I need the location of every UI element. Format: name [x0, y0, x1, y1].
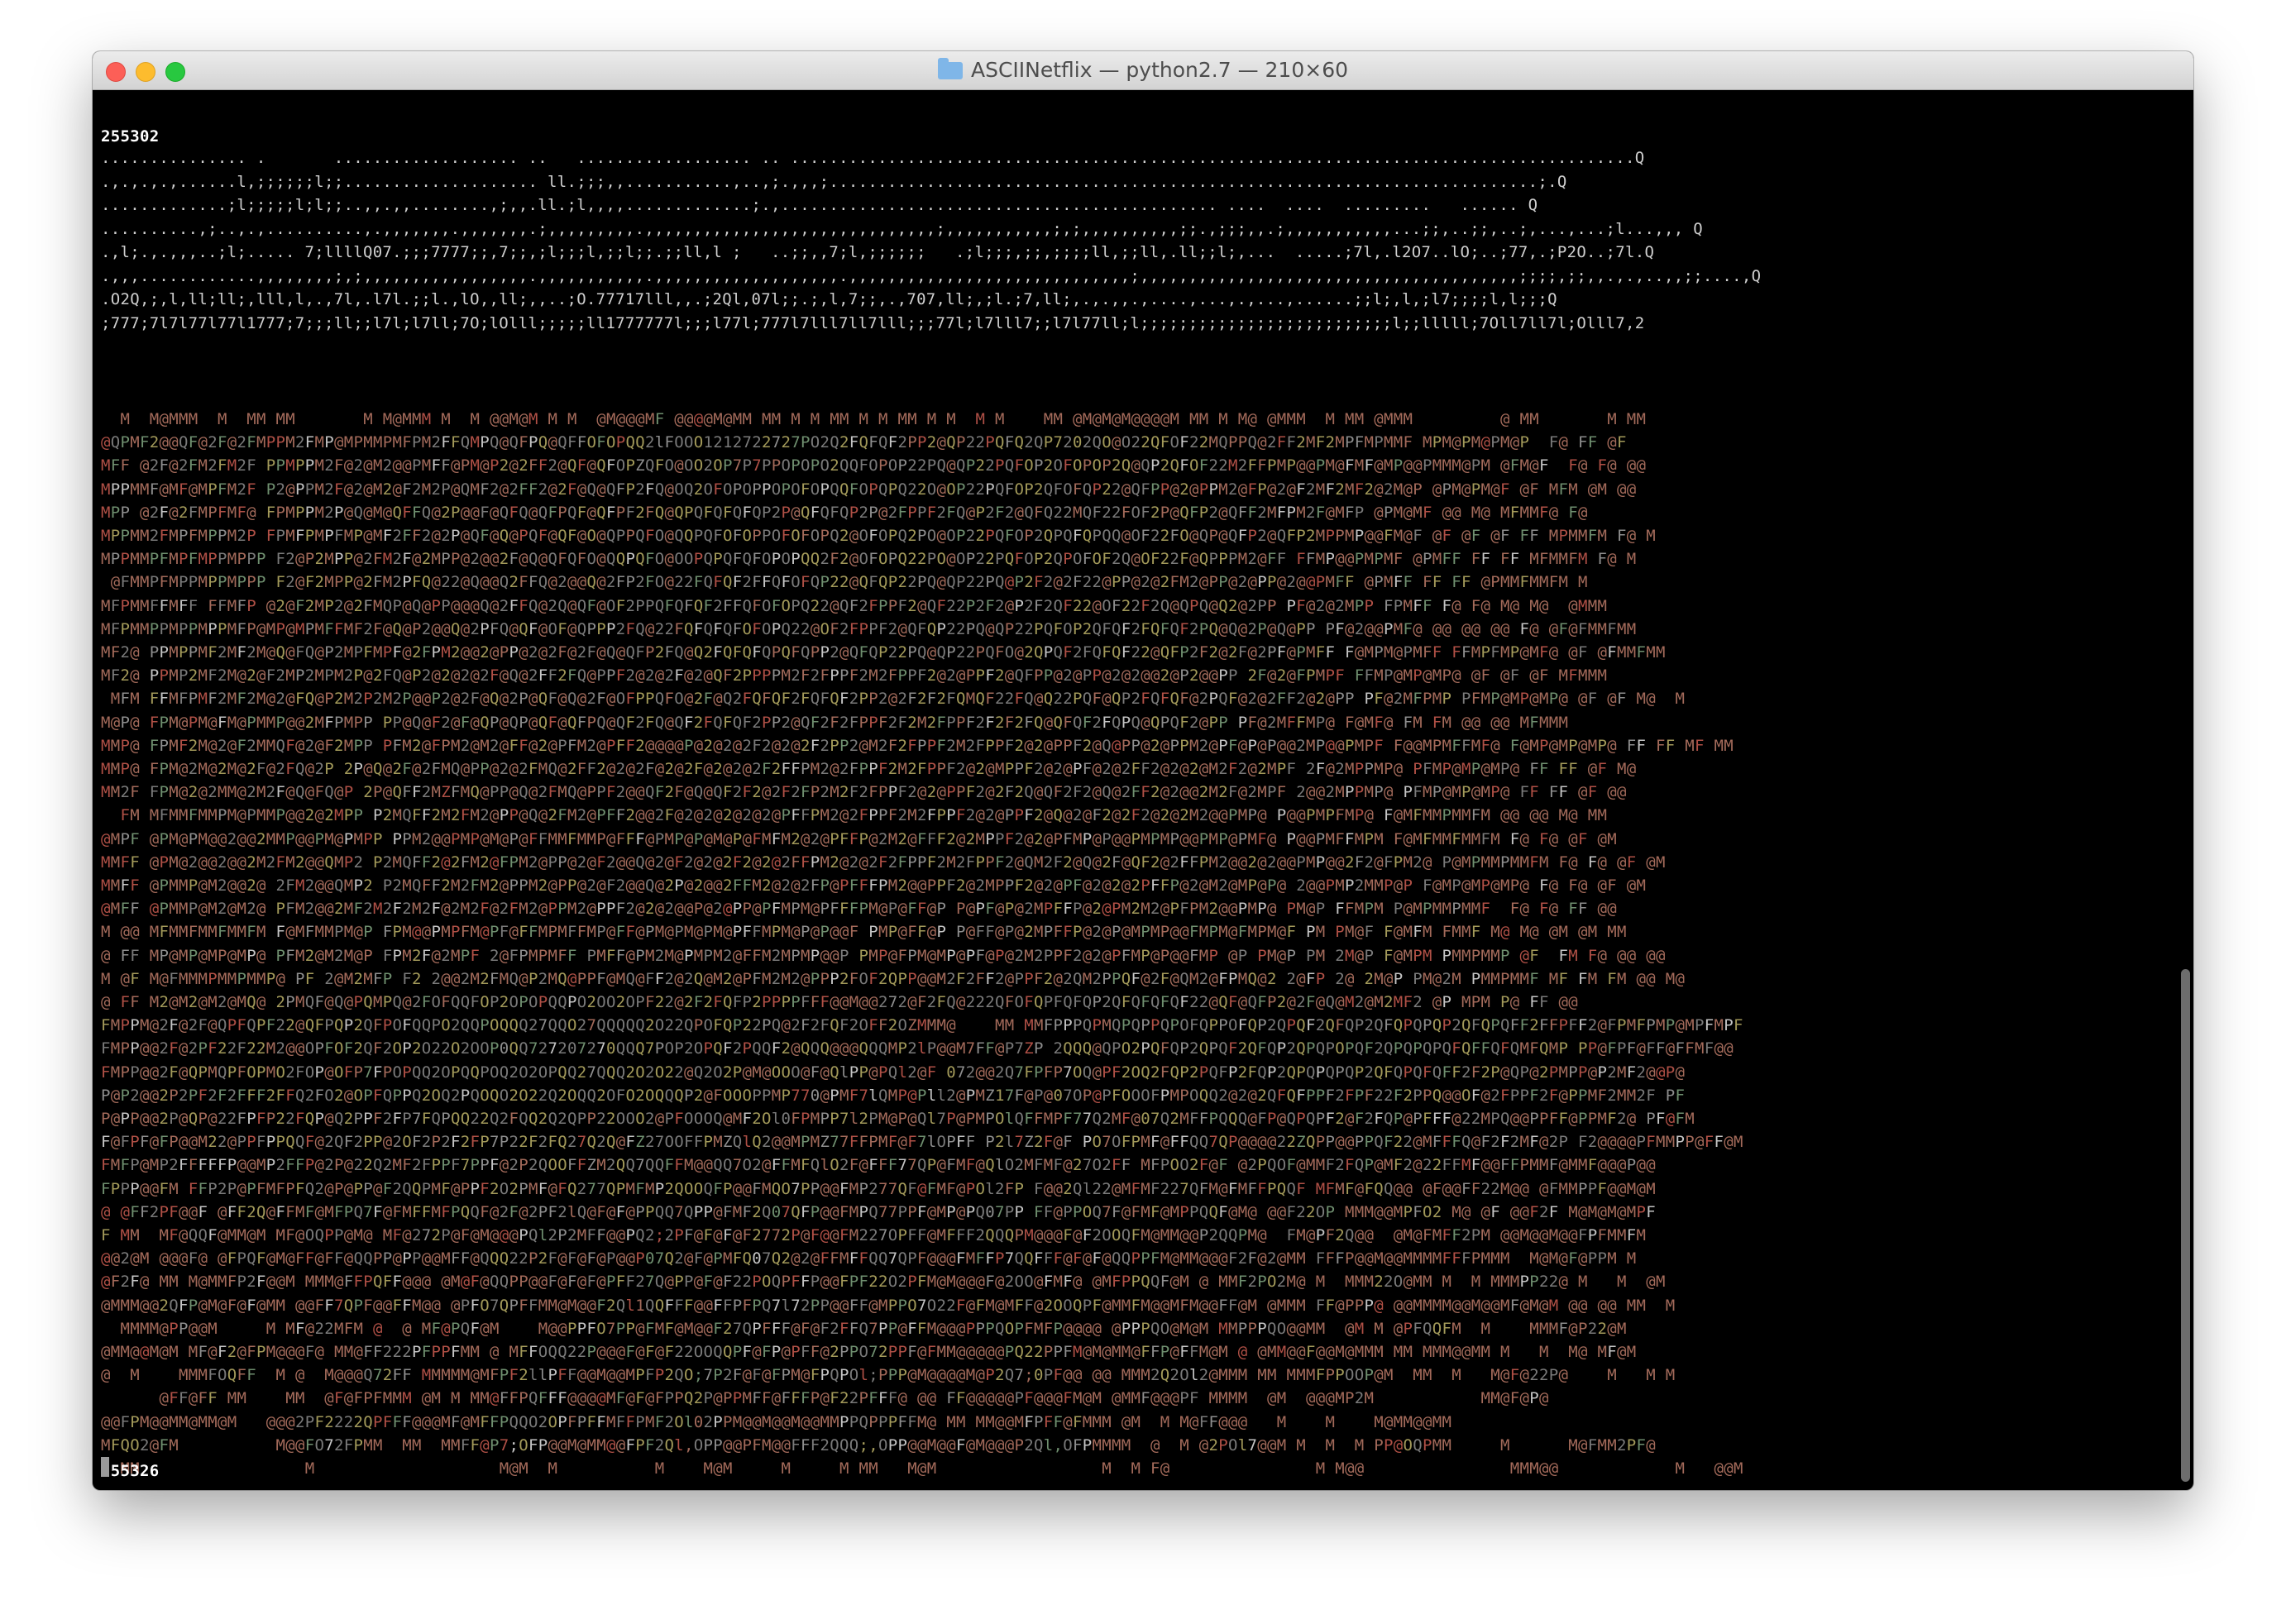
terminal-window: ASCIINetflix — python2.7 — 210×60 255302…: [93, 51, 2193, 1490]
ascii-art-row: FPPP@@FM FFP2P@PFMFPFQ2@P@PP@F2QQPMF@PPF…: [101, 1179, 1656, 1198]
ascii-art-row: P@P2@@2P2PF2F2FFF2FFQ2FO2@OPFQPPQ2OQ2PQO…: [101, 1086, 1686, 1105]
ascii-art-row: MMMM@PP@@M M MF@22MFM @ @ MF@PQF@M M@@PP…: [120, 1319, 1627, 1338]
title-bar: ASCIINetflix — python2.7 — 210×60: [93, 51, 2193, 90]
ascii-art-row: @MM@@M@M MF@F2@FPM@@@F@ MM@FF222PFPPFMM …: [101, 1343, 1637, 1361]
ascii-art-row: MFPMMPPMPPMPPMFP@MP@MPMFFMF2F@Q@P2@@Q@2P…: [101, 619, 1637, 638]
ascii-art-row: M@P@ FPM@PM@FM@PMMP@@2MFPMPP PP@Q@F2@F@Q…: [101, 713, 1569, 732]
text-cursor: [101, 1457, 109, 1477]
scrollbar-thumb[interactable]: [2181, 969, 2190, 1482]
ascii-text-line: .,l;.,.,,,..;l;..... 7;llllQ07.;;;7777;;…: [101, 243, 1655, 261]
ascii-art-row: MMFF @PM@2@@2@@2M2FM2@@QMP2 P2MQFF2@2FM2…: [101, 853, 1666, 872]
frame-counter-top: 255302: [101, 127, 160, 146]
ascii-art-row: @F2F@ MM M@MMFP2F@@M MMM@FFPQFF@@@ @M@F@…: [101, 1273, 1666, 1292]
ascii-art-row: MPPMMF@MF@MPFM2F P2@PPM2F@2@M2@F2M2P@QMF…: [101, 480, 1637, 499]
ascii-text-line: .O2Q,;,l,ll;ll;,lll,l,.,7l,.l7l.;;l.,lO,…: [101, 290, 1557, 308]
ascii-art-row: MMP@ FPMF2M@2@F2MMQF@2@F2MPP PFM2@FPM2@M…: [101, 736, 1734, 755]
ascii-art-row: MPP @2F@2FMPFMF@ FPMPPM2P@Q@M@QFFQ@2P@@F…: [101, 503, 1588, 522]
ascii-art-row: F MM MF@QQF@MM@M MF@OQPP@M@ MF@272P@F@M@…: [101, 1226, 1647, 1244]
frame-counter-bottom: 255326: [101, 1462, 160, 1480]
ascii-art-row: @@2@M @@@F@ @FPQF@M@FF@FF@QQPP@PP@@MFF@Q…: [101, 1249, 1637, 1268]
ascii-art-row: FMPP@@2F@QPMQPFOPMO2FOP@OFP7FPOPQQ2OPQQP…: [101, 1063, 1686, 1082]
ascii-art-row: @ FF MP@MP@MP@MP@ PFM2@M2M@P FPM2F@2MPF …: [101, 946, 1666, 965]
ascii-art-row: MMP@ FPM@2M@2M@2F@2FQ@2P 2P@Q@2F@2FMQ@PP…: [101, 760, 1637, 778]
ascii-art-row: P@PP@@2P@QP@22FPFP22FQP@Q2PPF2FP7FQPQQ22…: [101, 1110, 1695, 1128]
ascii-text-line: .,,,............,,,,,,,,;,;,,,,,,,,,,,,,…: [101, 266, 1762, 285]
ascii-art-row: MFQO2@FM M@@FO72FPMM MM MMFF@P7;OFP@@M@M…: [101, 1435, 1656, 1454]
ascii-text-line: .............;l;;;;;l;l;;..,,.,,........…: [101, 196, 1538, 214]
ascii-art-row: MPPMMPFMPFMPPMPPP F2@P2MPP@2FM2F@2MPP@2@…: [101, 550, 1637, 569]
ascii-art-row: FMPP@@2F@2PF22F22M2@@OPFOF2QF2OP2O22O2OO…: [101, 1039, 1734, 1058]
ascii-art-row: MFPMMFFMFF FFMFP @2@F2MP2@2FMQP@Q@PP@@@Q…: [101, 596, 1608, 615]
ascii-art-row: @MFF @PMMP@M2@M2@ PFM2@@2MF2M2F2M2F@2M2F…: [101, 900, 1617, 919]
ascii-art-row: @ FF M2@M2@M2@MQ@ 2PMQF@Q@PQMPQ@2FOFQQFO…: [101, 993, 1578, 1011]
ascii-art-row: MFM FFMFPMF2MF2M@2@FQ@P2M2P2M2P@@P2@2F@Q…: [110, 690, 1686, 709]
ascii-text-line: ..........,;..,.,..........,.,,,,,,,.,,,…: [101, 219, 1703, 238]
ascii-art-row: @QPMF2@@QF@2F@2FMPPM2FMP@MPMMPMFPM2FFQMP…: [101, 433, 1627, 452]
ascii-art-row: FM MFMMFMMPM@PMMP@@2@2MPP P2MQFF2M2FM2@P…: [120, 806, 1608, 825]
ascii-art-row: M M@MMM M MM MM M M@MMM M M @@M@M M M @M…: [120, 410, 1647, 428]
ascii-art-row: @FF@FF MM MM @F@FPFMMM @M M MM@FFPQFFF@@…: [159, 1389, 1549, 1408]
ascii-art-row: FMFP@MP2FFFFFP@@MP2FFP@2P@22Q2MF2FPPF7PP…: [101, 1156, 1656, 1175]
ascii-text-line: .,.,.,.,......l,;;;;;;l;;...............…: [101, 172, 1567, 191]
ascii-text-line: ............... . ................... ..…: [101, 149, 1645, 167]
ascii-art-row: @@FPM@@MM@MM@M @@@2PF2222QPFFF@@@MF@MFFP…: [101, 1412, 1452, 1431]
ascii-art-row: @ M MMMFOQFF M @ M@@@Q72FF MMMMM@MFPF2ll…: [101, 1366, 1676, 1385]
window-title: ASCIINetflix — python2.7 — 210×60: [970, 58, 1349, 82]
ascii-art-row: @MMM@@2QFP@M@F@F@MM @@FF7QPF@@FFM@@ @PFO…: [101, 1296, 1676, 1315]
ascii-art-row: MM2F FPM@2@2MM@2M2F@Q@FQ@P 2P@QFF2MZFMQ@…: [101, 783, 1627, 802]
ascii-art-row: M @@ MFMMFMMFMMFM F@MFMMPM@P FPM@@PMPFM@…: [101, 923, 1627, 942]
ascii-art-row: MMFF @PMMP@M2@@2@ 2FM2@@QMP2 P2MQFF2M2FM…: [101, 876, 1647, 895]
ascii-art-row: MF2@ PPMPPMF2MF2M@Q@FQ@P2MPFMPF@2FPM2@@2…: [101, 643, 1666, 662]
ascii-art-row: MM M M@M M M M@M M M MM M@M M M F@ M M@@…: [120, 1459, 1743, 1478]
ascii-art-row: F@FPF@FP@@M22@PPFPPQQF@2QF2PP@2OF2P2F2FP…: [101, 1133, 1743, 1152]
terminal-output[interactable]: 255302 ............... . ...............…: [101, 121, 2193, 1490]
ascii-art-row: MPPMM2FMPFMPPM2P FPMFPMPFMP@MF2FF2@2P@QF…: [101, 527, 1656, 545]
ascii-art-row: @MPF @PM@PM@@2@@2MMP@@PM@PMPP PPM2@@PMP@…: [101, 829, 1617, 848]
ascii-art-row: @ @FF2PF@@F @FF2Q@FFMF@MFPQ7F@FMFFMFPQQF…: [101, 1202, 1656, 1221]
ascii-art-row: MF2@ PPMP2MF2M@2@F2MP2MPM2P@2FQ@P2@2@2@2…: [101, 666, 1608, 685]
ascii-art-row: MFF @2F@2FM2FM2F PPMPPM2F@2@M2@@PMFF@PM@…: [101, 456, 1647, 475]
folder-icon: [937, 58, 963, 79]
window-title-area: ASCIINetflix — python2.7 — 210×60: [93, 51, 2193, 89]
ascii-art-row: M @F M@FMMMPMMPMMP@ PF 2@M2MFP F2 2@@2M2…: [101, 969, 1686, 988]
ascii-art-row: FMPPM@2F@2F@QPFQPF22@QFPQP2QFPOFQQPO2QQP…: [101, 1016, 1743, 1035]
ascii-art-row: @FMMPFMPPMPPMPPP F2@F2MPP@2FM2PFQ@22@Q@@…: [110, 573, 1588, 592]
ascii-text-line: ;777;7l7l77l77l1777;7;;;ll;;l7l;l7ll;7O;…: [101, 313, 1645, 332]
